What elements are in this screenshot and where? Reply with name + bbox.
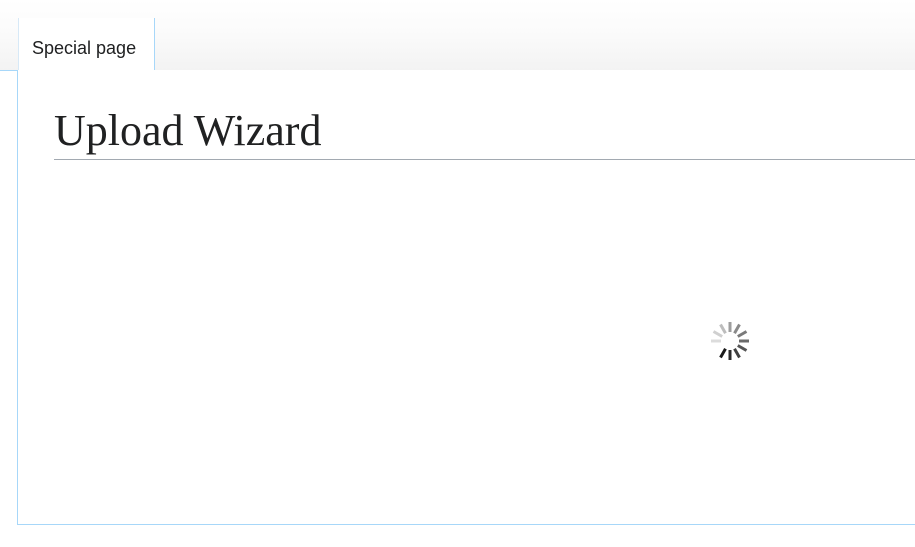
title-underline bbox=[54, 159, 915, 160]
loading-spinner-icon bbox=[711, 322, 749, 360]
page-title: Upload Wizard bbox=[54, 106, 322, 155]
page: Special page Upload Wizard bbox=[0, 0, 915, 547]
tab-special-page[interactable]: Special page bbox=[18, 18, 155, 72]
tab-special-page-label: Special page bbox=[32, 38, 137, 58]
content-area: Upload Wizard bbox=[17, 70, 915, 525]
page-tabs-bar: Special page bbox=[0, 0, 915, 72]
